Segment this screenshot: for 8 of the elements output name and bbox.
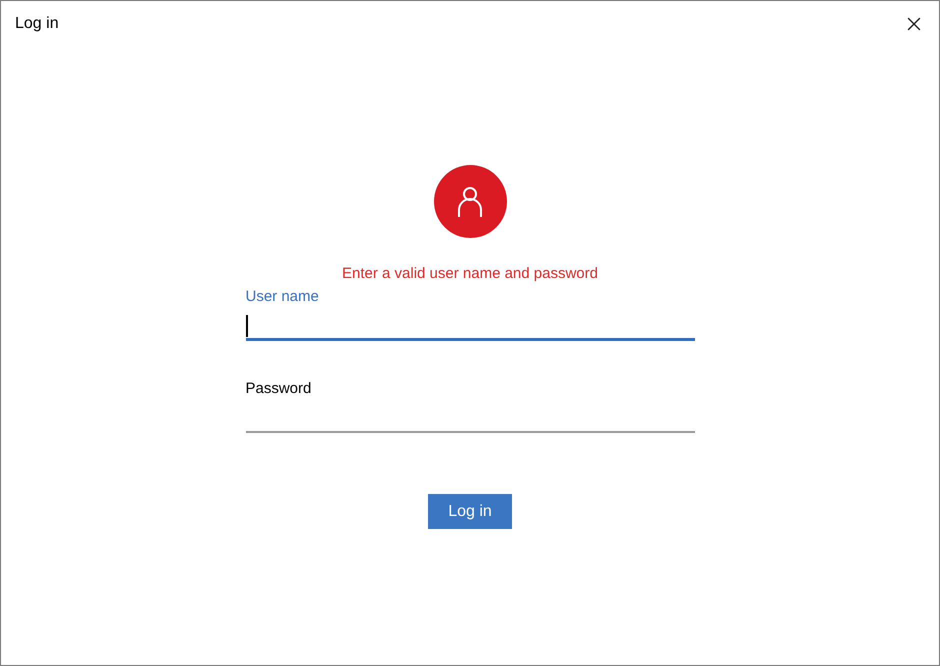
input-field[interactable] <box>246 313 694 341</box>
text-cursor <box>246 314 248 336</box>
field-label: User name <box>246 287 320 307</box>
person-icon <box>457 186 483 218</box>
login-button[interactable]: Log in <box>428 494 512 529</box>
window-title: Log in <box>15 14 59 34</box>
error-message: Enter a valid user name and password <box>342 264 598 284</box>
field-label: Password <box>246 379 312 399</box>
